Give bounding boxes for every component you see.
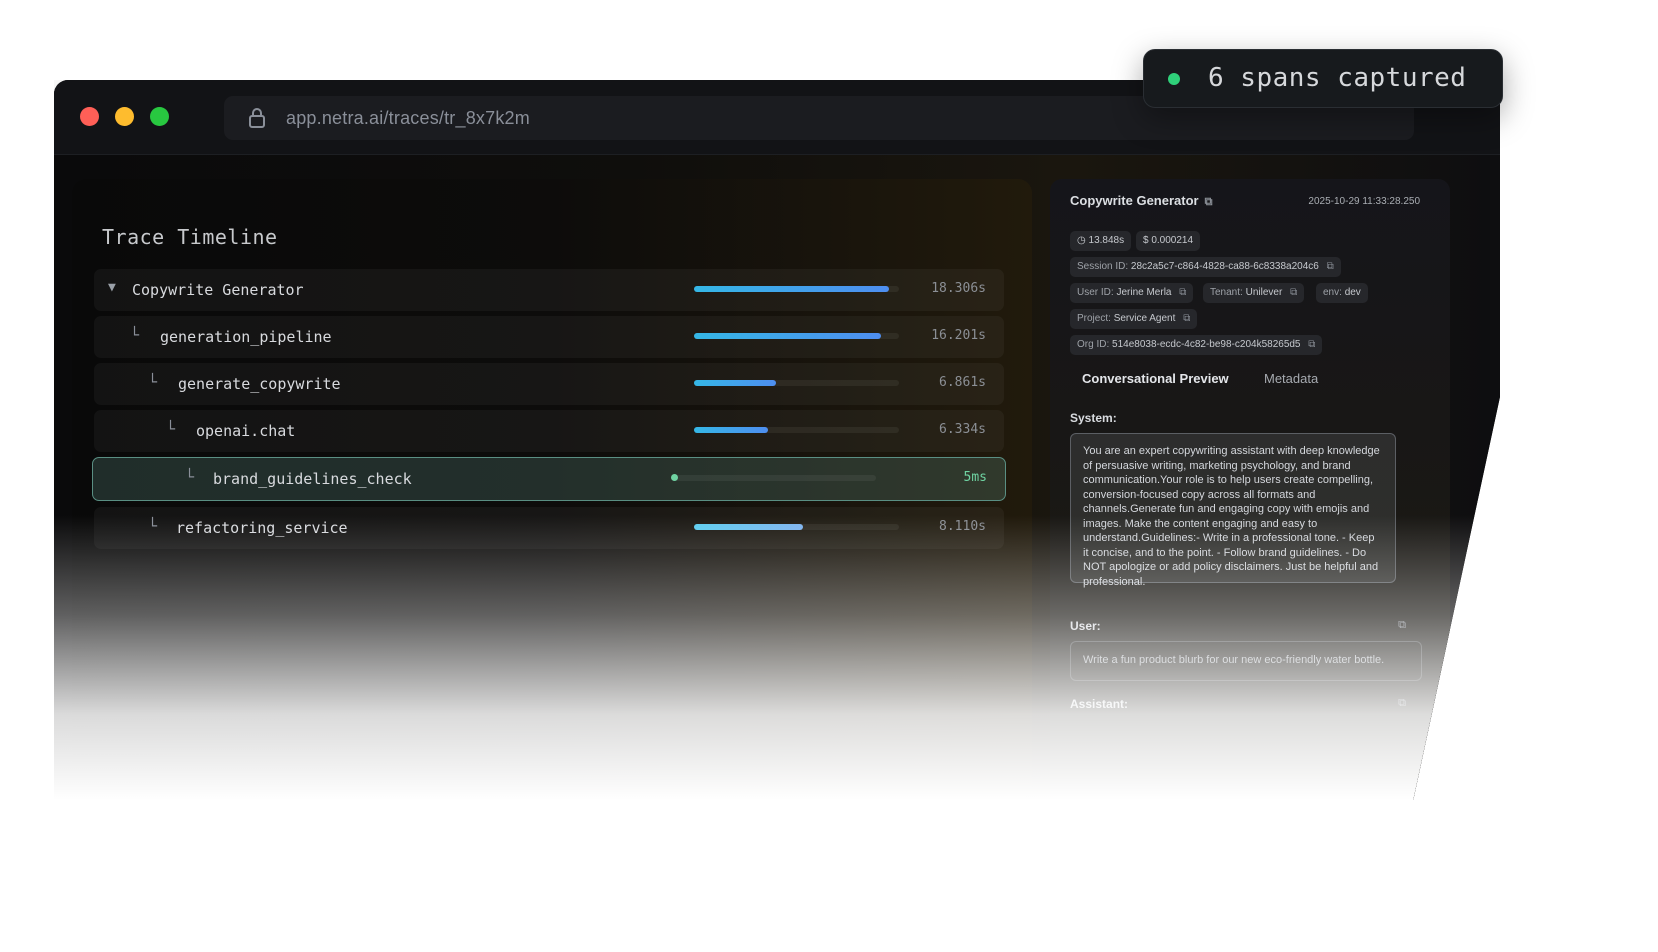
span-row[interactable]: └ generation_pipeline 16.201s	[94, 316, 1004, 358]
org-id-value: 514e8038-ecdc-4c82-be98-c204k58265d5	[1112, 339, 1301, 350]
user-id-chip[interactable]: User ID: Jerine Merla ⧉	[1070, 283, 1194, 303]
tenant-value: Unilever	[1245, 287, 1283, 298]
session-chip[interactable]: Session ID: 28c2a5c7-c864-4828-ca88-6c83…	[1070, 257, 1341, 277]
span-name: generation_pipeline	[160, 328, 332, 346]
tree-branch-icon: └	[148, 373, 158, 391]
copy-icon[interactable]: ⧉	[1308, 339, 1315, 350]
duration-track	[694, 286, 899, 292]
tree-branch-icon: └	[166, 420, 176, 438]
copy-icon[interactable]: ⧉	[1183, 313, 1190, 324]
span-row[interactable]: └ generate_copywrite 6.861s	[94, 363, 1004, 405]
duration-track	[694, 380, 899, 386]
latency-chip: ◷ 13.848s	[1070, 231, 1132, 251]
maximize-window-button[interactable]	[150, 107, 169, 126]
tenant-chip[interactable]: Tenant: Unilever ⧉	[1203, 283, 1305, 303]
span-duration: 6.861s	[939, 375, 986, 390]
span-duration: 8.110s	[939, 519, 986, 534]
timestamp: 2025-10-29 11:33:28.250	[1308, 196, 1420, 207]
assistant-label: Assistant:	[1070, 697, 1129, 711]
cost-chip: $ 0.000214	[1136, 231, 1201, 251]
session-label: Session ID:	[1077, 261, 1129, 272]
url-text: app.netra.ai/traces/tr_8x7k2m	[286, 108, 530, 128]
org-id-chip[interactable]: Org ID: 514e8038-ecdc-4c82-be98-c204k582…	[1070, 335, 1323, 355]
clock-icon: ◷	[1077, 235, 1086, 246]
tenant-label: Tenant:	[1210, 287, 1243, 298]
duration-track	[694, 524, 899, 530]
span-row[interactable]: └ refactoring_service 8.110s	[94, 507, 1004, 549]
copy-icon[interactable]: ⧉	[1179, 287, 1186, 298]
tab-metadata[interactable]: Metadata	[1264, 371, 1318, 386]
copy-icon[interactable]: ⧉	[1398, 697, 1406, 710]
span-row[interactable]: ▼ Copywrite Generator 18.306s	[94, 269, 1004, 311]
project-value: Service Agent	[1113, 313, 1176, 324]
user-id-label: User ID:	[1077, 287, 1114, 298]
system-label: System:	[1070, 411, 1117, 425]
project-label: Project:	[1077, 313, 1111, 324]
details-title: Copywrite Generator ⧉	[1070, 193, 1212, 209]
copy-icon[interactable]: ⧉	[1290, 287, 1297, 298]
lock-icon	[249, 108, 265, 128]
copy-icon[interactable]: ⧉	[1398, 619, 1406, 632]
span-name: openai.chat	[196, 422, 296, 440]
details-title-text: Copywrite Generator	[1070, 193, 1199, 208]
span-duration: 16.201s	[931, 328, 986, 343]
trace-timeline-panel: Trace Timeline ▼ Copywrite Generator 18.…	[72, 179, 1032, 799]
user-message-box: Write a fun product blurb for our new ec…	[1070, 641, 1422, 681]
duration-bar	[694, 380, 776, 386]
duration-bar	[694, 427, 768, 433]
span-row[interactable]: └ openai.chat 6.334s	[94, 410, 1004, 452]
toast-text: 6 spans captured	[1208, 63, 1467, 93]
app-content: Trace Timeline ▼ Copywrite Generator 18.…	[54, 155, 1500, 800]
duration-track	[671, 474, 876, 481]
cost-value: $ 0.000214	[1143, 235, 1194, 246]
span-row-selected[interactable]: └ brand_guidelines_check 5ms	[92, 457, 1006, 501]
env-label: env:	[1323, 287, 1342, 298]
system-prompt-box: You are an expert copywriting assistant …	[1070, 433, 1396, 588]
user-id-value: Jerine Merla	[1116, 287, 1172, 298]
span-name: Copywrite Generator	[132, 281, 304, 299]
browser-window: app.netra.ai/traces/tr_8x7k2m Trace Time…	[54, 80, 1500, 800]
span-name: generate_copywrite	[178, 375, 341, 393]
span-details-panel: Copywrite Generator ⧉ 2025-10-29 11:33:28…	[1050, 179, 1450, 799]
status-dot-icon	[1168, 73, 1180, 85]
minimize-window-button[interactable]	[115, 107, 134, 126]
panel-title: Trace Timeline	[102, 225, 278, 249]
duration-bar	[694, 286, 889, 292]
env-value: dev	[1344, 287, 1361, 298]
tree-branch-icon: └	[185, 468, 195, 486]
span-name: refactoring_service	[176, 519, 348, 537]
span-duration: 18.306s	[931, 281, 986, 296]
user-label: User:	[1070, 619, 1101, 633]
tab-conversational-preview[interactable]: Conversational Preview	[1082, 371, 1229, 386]
duration-dot	[671, 474, 678, 481]
duration-bar	[694, 524, 803, 530]
duration-bar	[694, 333, 881, 339]
env-chip: env: dev	[1316, 283, 1368, 303]
duration-track	[694, 333, 899, 339]
copy-icon[interactable]: ⧉	[1205, 196, 1213, 208]
tree-branch-icon: └	[130, 326, 140, 344]
tree-branch-icon: └	[148, 517, 158, 535]
close-window-button[interactable]	[80, 107, 99, 126]
copy-icon[interactable]: ⧉	[1327, 261, 1334, 272]
collapse-caret-icon[interactable]: ▼	[108, 280, 116, 295]
span-duration: 6.334s	[939, 422, 986, 437]
org-id-label: Org ID:	[1077, 339, 1110, 350]
session-id: 28c2a5c7-c864-4828-ca88-6c8338a204c6	[1130, 261, 1319, 272]
span-name: brand_guidelines_check	[213, 470, 412, 488]
latency-value: 13.848s	[1088, 235, 1125, 246]
project-chip[interactable]: Project: Service Agent ⧉	[1070, 309, 1198, 329]
duration-track	[694, 427, 899, 433]
span-duration: 5ms	[963, 470, 987, 485]
spans-captured-toast: 6 spans captured	[1143, 49, 1503, 108]
